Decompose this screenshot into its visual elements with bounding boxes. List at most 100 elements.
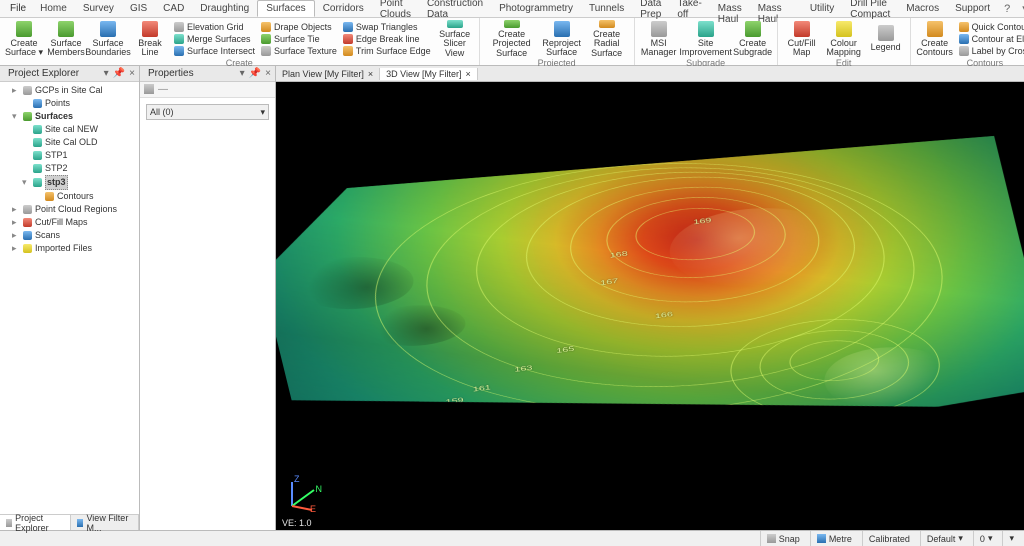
boundaries-icon xyxy=(100,21,116,37)
tab-cad[interactable]: CAD xyxy=(155,1,192,16)
surface-texture-button[interactable]: Surface Texture xyxy=(259,45,339,57)
swap-triangles-button[interactable]: Swap Triangles xyxy=(341,21,433,33)
chevron-down-icon: ▾ xyxy=(988,533,993,544)
merge-surfaces-button[interactable]: Merge Surfaces xyxy=(172,33,257,45)
create-radial-surface-button[interactable]: Create RadialSurface xyxy=(584,20,630,58)
props-tool-icon[interactable]: — xyxy=(158,84,168,95)
labelcross-icon xyxy=(959,46,969,56)
surface-slicer-button[interactable]: SurfaceSlicer View xyxy=(435,20,475,58)
site-improvement-button[interactable]: SiteImprovement xyxy=(681,20,731,58)
pin-icon[interactable]: 📌 xyxy=(113,68,125,79)
ribbon-group-create: CreateSurface ▾ SurfaceMembers SurfaceBo… xyxy=(0,18,480,65)
elevation-grid-button[interactable]: Elevation Grid xyxy=(172,21,257,33)
surface-tie-button[interactable]: Surface Tie xyxy=(259,33,339,45)
subgrade-icon xyxy=(745,21,761,37)
reproject-surface-button[interactable]: ReprojectSurface xyxy=(542,20,582,58)
tree-item-pcr[interactable]: ▸Point Cloud Regions xyxy=(12,203,137,216)
tree-item-surf[interactable]: STP2 xyxy=(12,162,137,175)
panel-header: Properties ▾ 📌 × xyxy=(140,66,275,82)
tab-survey[interactable]: Survey xyxy=(75,1,122,16)
tab-surfaces[interactable]: Surfaces xyxy=(257,0,314,17)
tab-utility[interactable]: Utility xyxy=(802,1,842,16)
status-units[interactable]: Metre xyxy=(810,531,858,546)
tree-item-surfaces[interactable]: ▾Surfaces xyxy=(12,110,137,123)
surface-intersect-button[interactable]: Surface Intersect xyxy=(172,45,257,57)
tree-item-stp3[interactable]: ▾stp3 xyxy=(12,175,137,190)
dropdown-icon[interactable]: ▾ xyxy=(104,68,109,79)
break-line-button[interactable]: BreakLine xyxy=(130,20,170,58)
label-by-crossing-button[interactable]: Label by Crossing xyxy=(957,45,1024,57)
tab-support[interactable]: Support xyxy=(947,1,998,16)
edge-breakline-button[interactable]: Edge Break line xyxy=(341,33,433,45)
colour-mapping-button[interactable]: ColourMapping xyxy=(824,20,864,58)
close-icon[interactable]: × xyxy=(265,68,271,79)
tree-item-scans[interactable]: ▸Scans xyxy=(12,229,137,242)
status-zero[interactable]: 0 ▾ xyxy=(973,531,999,546)
tree-item-surf[interactable]: STP1 xyxy=(12,149,137,162)
tree-item-surf[interactable]: Site cal NEW xyxy=(12,123,137,136)
status-drop[interactable]: ▾ xyxy=(1002,531,1020,546)
explorer-tree[interactable]: ▸GCPs in Site Cal Points ▾Surfaces Site … xyxy=(0,82,139,514)
legend-button[interactable]: Legend xyxy=(866,20,906,58)
close-icon[interactable]: × xyxy=(465,69,470,79)
create-subgrade-button[interactable]: CreateSubgrade xyxy=(733,20,773,58)
slicer-icon xyxy=(447,20,463,28)
ribbon-group-edit: Cut/FillMap ColourMapping Legend Edit xyxy=(778,18,911,65)
tree-item-imported[interactable]: ▸Imported Files xyxy=(12,242,137,255)
cutfill-map-button[interactable]: Cut/FillMap xyxy=(782,20,822,58)
close-icon[interactable]: × xyxy=(368,69,373,79)
swap-icon xyxy=(343,22,353,32)
quick-contours-button[interactable]: Quick Contours xyxy=(957,21,1024,33)
view-tab-plan[interactable]: Plan View [My Filter]× xyxy=(276,68,380,80)
help-button[interactable]: ? xyxy=(998,1,1016,17)
dropdown-icon[interactable]: ▾ xyxy=(240,68,245,79)
tree-item-points[interactable]: Points xyxy=(12,97,137,110)
chevron-down-icon: ▾ xyxy=(260,107,265,118)
tree-item-surf[interactable]: Site Cal OLD xyxy=(12,136,137,149)
msi-manager-button[interactable]: MSIManager xyxy=(639,20,679,58)
file-menu[interactable]: File xyxy=(4,1,32,16)
properties-filter-dropdown[interactable]: All (0)▾ xyxy=(146,104,269,120)
tree-item-cfm[interactable]: ▸Cut/Fill Maps xyxy=(12,216,137,229)
tab-gis[interactable]: GIS xyxy=(122,1,155,16)
properties-panel: Properties ▾ 📌 × — All (0)▾ xyxy=(140,66,276,530)
3d-canvas[interactable]: 169 168 167 166 165 163 161 159 Z N E VE… xyxy=(276,82,1024,530)
tree-item-gcps[interactable]: ▸GCPs in Site Cal xyxy=(12,84,137,97)
trim-surface-edge-button[interactable]: Trim Surface Edge xyxy=(341,45,433,57)
grid-icon xyxy=(174,22,184,32)
tab-home[interactable]: Home xyxy=(32,1,75,16)
pin-icon[interactable]: 📌 xyxy=(249,68,261,79)
surface-icon xyxy=(16,21,32,37)
improve-icon xyxy=(698,21,714,37)
drape-objects-button[interactable]: Drape Objects xyxy=(259,21,339,33)
surface-members-button[interactable]: SurfaceMembers xyxy=(46,20,86,58)
ribbon-group-contours: CreateContours Quick Contours Contour at… xyxy=(911,18,1024,65)
close-icon[interactable]: × xyxy=(129,68,135,79)
radial-icon xyxy=(599,20,615,28)
status-snap[interactable]: Snap xyxy=(760,531,806,546)
contour-at-elevation-button[interactable]: Contour at Elevation xyxy=(957,33,1024,45)
tab-corridors[interactable]: Corridors xyxy=(315,1,372,16)
create-surface-button[interactable]: CreateSurface ▾ xyxy=(4,20,44,58)
tab-photogrammetry[interactable]: Photogrammetry xyxy=(491,1,581,16)
tab-draughting[interactable]: Draughting xyxy=(192,1,257,16)
bottom-tab-viewfilter[interactable]: View Filter M... xyxy=(71,515,139,530)
tab-macros[interactable]: Macros xyxy=(898,1,947,16)
status-calibrated[interactable]: Calibrated xyxy=(862,531,916,546)
properties-toolbar: — xyxy=(140,82,275,98)
view-tab-3d[interactable]: 3D View [My Filter]× xyxy=(380,68,478,80)
create-projected-surface-button[interactable]: Create ProjectedSurface xyxy=(484,20,540,58)
vertical-exaggeration-label: VE: 1.0 xyxy=(282,518,312,528)
ribbon-group-subgrade: MSIManager SiteImprovement CreateSubgrad… xyxy=(635,18,778,65)
chevron-down-icon[interactable]: ▾ xyxy=(1016,0,1024,17)
tree-item-contours[interactable]: Contours xyxy=(12,190,137,203)
axis-gizmo[interactable]: Z N E xyxy=(282,476,318,512)
bottom-tab-explorer[interactable]: Project Explorer xyxy=(0,515,71,530)
create-contours-button[interactable]: CreateContours xyxy=(915,20,955,58)
status-default[interactable]: Default ▾ xyxy=(920,531,969,546)
surface-boundaries-button[interactable]: SurfaceBoundaries xyxy=(88,20,128,58)
viewport: Plan View [My Filter]× 3D View [My Filte… xyxy=(276,66,1024,530)
tab-tunnels[interactable]: Tunnels xyxy=(581,1,632,16)
quick-icon xyxy=(959,22,969,32)
props-tool-icon[interactable] xyxy=(144,84,154,94)
